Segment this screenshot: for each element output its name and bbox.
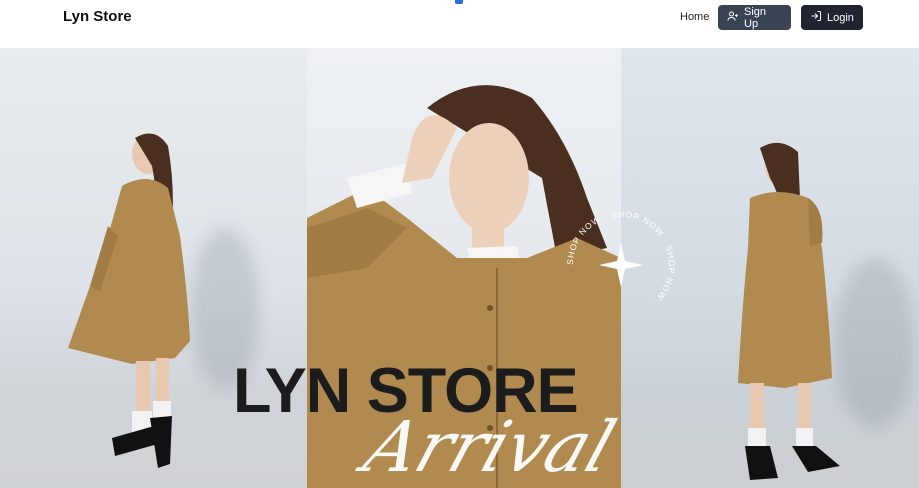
active-marker [455,0,463,4]
model-left-figure [68,133,190,468]
hero-banner[interactable]: SHOP NOW · SHOP NOW · SHOP NOW · LYN STO… [0,48,919,488]
login-arrow-icon [810,10,822,25]
sparkle-icon [599,243,643,287]
hero-script-text: Arrival [354,406,625,488]
nav-home-link[interactable]: Home [680,11,709,23]
brand-logo[interactable]: Lyn Store [63,8,132,25]
shop-now-badge[interactable]: SHOP NOW · SHOP NOW · SHOP NOW · [561,205,681,325]
login-button[interactable]: Login [801,5,863,30]
signup-label: Sign Up [744,5,767,30]
login-label: Login [827,11,854,24]
signup-button[interactable]: Sign Up [718,5,791,30]
model-right-figure [738,142,840,480]
user-plus-icon [727,10,739,25]
navbar: Lyn Store Home Sign Up Login [0,0,919,48]
